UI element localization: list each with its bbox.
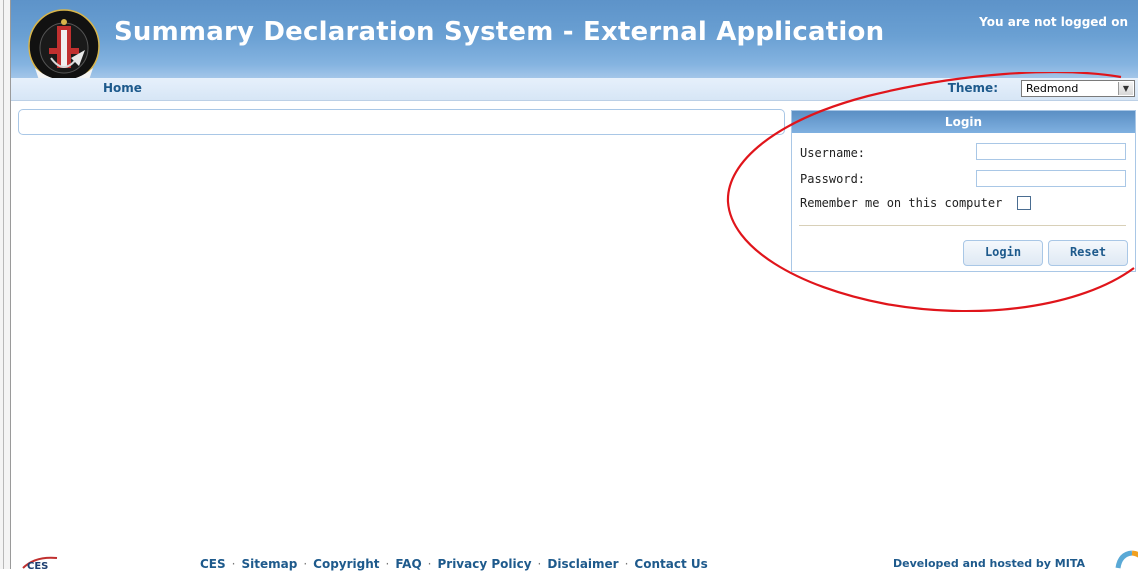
annotation-circle: [726, 72, 1135, 312]
window-frame-left: [0, 0, 11, 569]
header-banner: Summary Declaration System - External Ap…: [11, 0, 1138, 88]
content-panel: [18, 109, 785, 135]
footer: CES CES · Sitemap · Copyright · FAQ · Privacy Po…: [11, 550, 1138, 571]
ces-logo-icon: CES: [22, 556, 58, 570]
app-title: Summary Declaration System - External Ap…: [114, 17, 885, 47]
footer-hosted-by: Developed and hosted by MITA: [893, 557, 1085, 570]
login-status-text: You are not logged on: [979, 15, 1128, 29]
mita-logo-icon: [1115, 550, 1138, 569]
nav-home-link[interactable]: Home: [103, 81, 142, 95]
